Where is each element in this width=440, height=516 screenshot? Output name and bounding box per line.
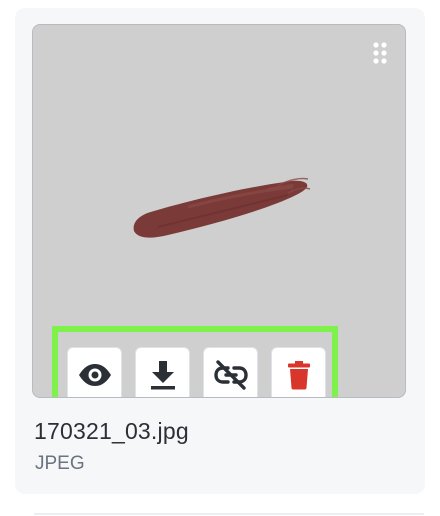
file-name: 170321_03.jpg [34, 418, 189, 444]
download-button[interactable] [135, 347, 190, 397]
unlink-button[interactable] [203, 347, 258, 397]
trash-icon [287, 360, 310, 389]
file-card[interactable]: 170321_03.jpg JPEG [15, 8, 425, 494]
delete-button[interactable] [271, 347, 326, 397]
actions-highlight-box [52, 326, 338, 397]
preview-button[interactable] [67, 347, 122, 397]
next-card-edge [34, 513, 424, 515]
image-thumbnail[interactable] [32, 24, 406, 398]
download-icon [150, 360, 175, 389]
lipstick-swatch-image [133, 177, 311, 238]
eye-icon [78, 363, 111, 386]
file-type: JPEG [35, 453, 85, 474]
drag-handle-icon[interactable] [372, 41, 388, 65]
unlink-icon [213, 359, 248, 390]
